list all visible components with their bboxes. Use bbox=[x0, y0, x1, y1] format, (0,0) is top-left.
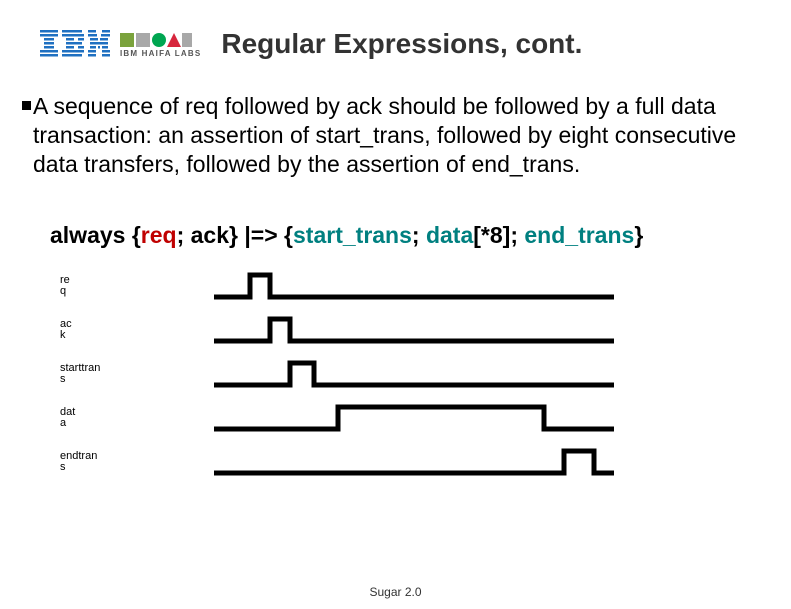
wave-label-req: req bbox=[60, 275, 114, 298]
wave-row-req: req bbox=[60, 267, 700, 305]
wave-req bbox=[114, 271, 614, 301]
assertion-part: ; ack bbox=[177, 222, 229, 248]
ibm-logo bbox=[40, 30, 110, 58]
assertion-part: } |=> { bbox=[229, 222, 293, 248]
wave-ack bbox=[114, 315, 614, 345]
wave-label-ack: ack bbox=[60, 319, 114, 342]
bullet-icon bbox=[22, 101, 31, 110]
assertion-keyword-req: req bbox=[141, 222, 177, 248]
slide-header: IBM HAIFA LABS Regular Expressions, cont… bbox=[0, 0, 791, 60]
assertion-keyword-starttrans: start_trans bbox=[293, 222, 412, 248]
timing-diagram: req ack starttrans data endtrans bbox=[60, 267, 700, 481]
assertion-part: [*8]; bbox=[473, 222, 524, 248]
wave-label-starttrans: starttrans bbox=[60, 363, 114, 386]
wave-label-endtrans: endtrans bbox=[60, 451, 114, 474]
wave-data bbox=[114, 403, 614, 433]
slide-footer: Sugar 2.0 bbox=[0, 585, 791, 599]
wave-row-ack: ack bbox=[60, 311, 700, 349]
haifa-labs-logo: IBM HAIFA LABS bbox=[120, 31, 201, 58]
slide-title: Regular Expressions, cont. bbox=[221, 28, 582, 60]
assertion-part: ; bbox=[412, 222, 426, 248]
wave-endtrans bbox=[114, 447, 614, 477]
assertion-code: always {req; ack} |=> {start_trans; data… bbox=[50, 222, 751, 249]
slide-body: A sequence of req followed by ack should… bbox=[0, 60, 791, 481]
wave-row-data: data bbox=[60, 399, 700, 437]
haifa-labs-text: IBM HAIFA LABS bbox=[120, 49, 201, 58]
assertion-part: always { bbox=[50, 222, 141, 248]
assertion-keyword-endtrans: end_trans bbox=[524, 222, 634, 248]
body-paragraph: A sequence of req followed by ack should… bbox=[33, 92, 751, 178]
assertion-part: } bbox=[634, 222, 643, 248]
wave-row-starttrans: starttrans bbox=[60, 355, 700, 393]
wave-starttrans bbox=[114, 359, 614, 389]
wave-label-data: data bbox=[60, 407, 114, 430]
assertion-keyword-data: data bbox=[426, 222, 473, 248]
wave-row-endtrans: endtrans bbox=[60, 443, 700, 481]
